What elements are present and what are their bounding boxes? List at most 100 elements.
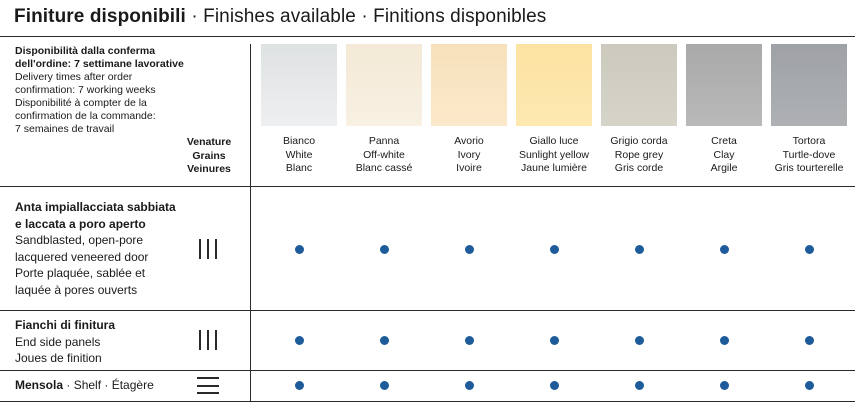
availability-dot <box>464 244 474 254</box>
shelf-english: Shelf <box>73 378 102 392</box>
availability-dot <box>634 380 644 390</box>
availability-dot <box>804 335 814 345</box>
bottom-rule <box>0 401 855 402</box>
title-separator-2: · <box>355 6 374 27</box>
title-separator-1: · <box>185 6 204 27</box>
vertical-grain-icon <box>199 239 217 259</box>
availability-dot <box>719 244 729 254</box>
finish-swatch-turtle-dove <box>771 44 847 126</box>
finish-swatch-rope-grey <box>601 44 677 126</box>
finish-name-italian: Grigio corda <box>610 135 668 147</box>
delivery-italian-1: Disponibilità dalla conferma <box>15 45 156 57</box>
row-label-door: Anta impiallacciata sabbiata e laccata a… <box>15 199 176 299</box>
finish-name-english: White <box>285 148 313 161</box>
page-title: Finiture disponibili · Finishes availabl… <box>14 6 546 28</box>
door-french-1: Porte plaquée, sablée et <box>15 266 146 281</box>
grains-italian: Venature <box>186 136 232 148</box>
availability-dot <box>294 244 304 254</box>
delivery-english-2: confirmation: 7 working weeks <box>15 83 156 96</box>
shelf-italian: Mensola <box>15 378 64 392</box>
finish-name: Tortora Turtle-dove Gris tourterelle <box>761 135 855 176</box>
finish-name-italian: Bianco <box>282 135 316 147</box>
finish-name-french: Blanc <box>285 162 313 175</box>
door-french-2: laquée à pores ouverts <box>15 282 138 297</box>
finish-name-italian: Avorio <box>454 135 484 147</box>
grains-english: Grains <box>192 149 226 162</box>
finish-name-italian: Panna <box>368 135 400 147</box>
shelf-separator-2: · <box>101 378 112 392</box>
finish-name-english: Clay <box>713 148 735 161</box>
finish-name: Creta Clay Argile <box>676 135 772 176</box>
finish-swatch-clay <box>686 44 762 126</box>
finish-name-french: Gris corde <box>614 162 664 175</box>
finish-name: Giallo luce Sunlight yellow Jaune lumière <box>506 135 602 176</box>
finish-name: Bianco White Blanc <box>251 135 347 176</box>
availability-dot <box>719 380 729 390</box>
row-rule-2 <box>0 310 855 311</box>
finish-name-english: Sunlight yellow <box>518 148 590 161</box>
availability-dot <box>549 380 559 390</box>
shelf-french: Étagère <box>111 378 154 392</box>
side-panels-english: End side panels <box>15 334 101 349</box>
finish-name-italian: Tortora <box>792 135 826 147</box>
shelf-separator-1: · <box>63 378 74 392</box>
availability-dot <box>379 380 389 390</box>
availability-dot <box>719 335 729 345</box>
finish-name: Grigio corda Rope grey Gris corde <box>591 135 687 176</box>
title-english: Finishes available <box>203 6 356 27</box>
finish-name-french: Gris tourterelle <box>774 162 844 175</box>
availability-dot <box>634 244 644 254</box>
finish-name-italian: Giallo luce <box>529 135 579 147</box>
availability-dot <box>464 335 474 345</box>
finish-name-french: Argile <box>710 162 738 175</box>
grains-french: Veinures <box>187 163 231 175</box>
door-english-2: lacquered veneered door <box>15 249 149 264</box>
availability-dot <box>634 335 644 345</box>
door-italian-2: e laccata a poro aperto <box>15 216 146 231</box>
finish-name-french: Ivoire <box>456 162 482 175</box>
horizontal-grain-icon <box>197 377 219 394</box>
column-divider <box>250 44 251 401</box>
delivery-english-1: Delivery times after order <box>15 71 133 84</box>
finish-name: Avorio Ivory Ivoire <box>421 135 517 176</box>
delivery-info: Disponibilità dalla conferma dell'ordine… <box>15 45 215 135</box>
side-panels-french: Joues de finition <box>15 351 102 366</box>
title-italian: Finiture disponibili <box>14 6 186 27</box>
finish-name-english: Off-white <box>363 148 405 161</box>
availability-dot <box>549 335 559 345</box>
door-italian-1: Anta impiallacciata sabbiata <box>15 200 176 214</box>
availability-dot <box>549 244 559 254</box>
side-panels-italian: Fianchi di finitura <box>15 318 116 332</box>
availability-dot <box>804 380 814 390</box>
finish-name: Panna Off-white Blanc cassé <box>336 135 432 176</box>
title-french: Finitions disponibles <box>373 6 547 27</box>
availability-dot <box>294 380 304 390</box>
finish-name-english: Rope grey <box>614 148 664 161</box>
availability-dot <box>379 244 389 254</box>
finish-name-french: Jaune lumière <box>521 162 587 175</box>
delivery-french-1: Disponibilité à compter de la <box>15 97 147 110</box>
availability-dot <box>294 335 304 345</box>
row-rule-3 <box>0 370 855 371</box>
door-english-1: Sandblasted, open-pore <box>15 233 144 248</box>
finish-name-english: Turtle-dove <box>782 148 836 161</box>
finish-swatch-white <box>261 44 337 126</box>
finish-swatch-ivory <box>431 44 507 126</box>
row-rule-1 <box>0 186 855 187</box>
delivery-italian-2: dell'ordine: 7 settimane lavorative <box>15 57 184 70</box>
finish-name-italian: Creta <box>711 135 737 147</box>
delivery-french-2: confirmation de la commande: <box>15 109 156 122</box>
finish-swatch-sunlight-yellow <box>516 44 592 126</box>
availability-dot <box>464 380 474 390</box>
vertical-grain-icon <box>199 330 217 350</box>
availability-dot <box>804 244 814 254</box>
header-rule <box>0 36 855 37</box>
row-label-shelf: Mensola · Shelf · Étagère <box>15 377 154 394</box>
finish-name-english: Ivory <box>457 148 481 161</box>
grains-header: Venature Grains Veinures <box>172 136 246 177</box>
availability-dot <box>379 335 389 345</box>
finish-name-french: Blanc cassé <box>355 162 413 175</box>
row-label-side-panels: Fianchi di finitura End side panels Joue… <box>15 317 115 367</box>
finish-swatch-off-white <box>346 44 422 126</box>
delivery-french-3: 7 semaines de travail <box>15 122 115 135</box>
